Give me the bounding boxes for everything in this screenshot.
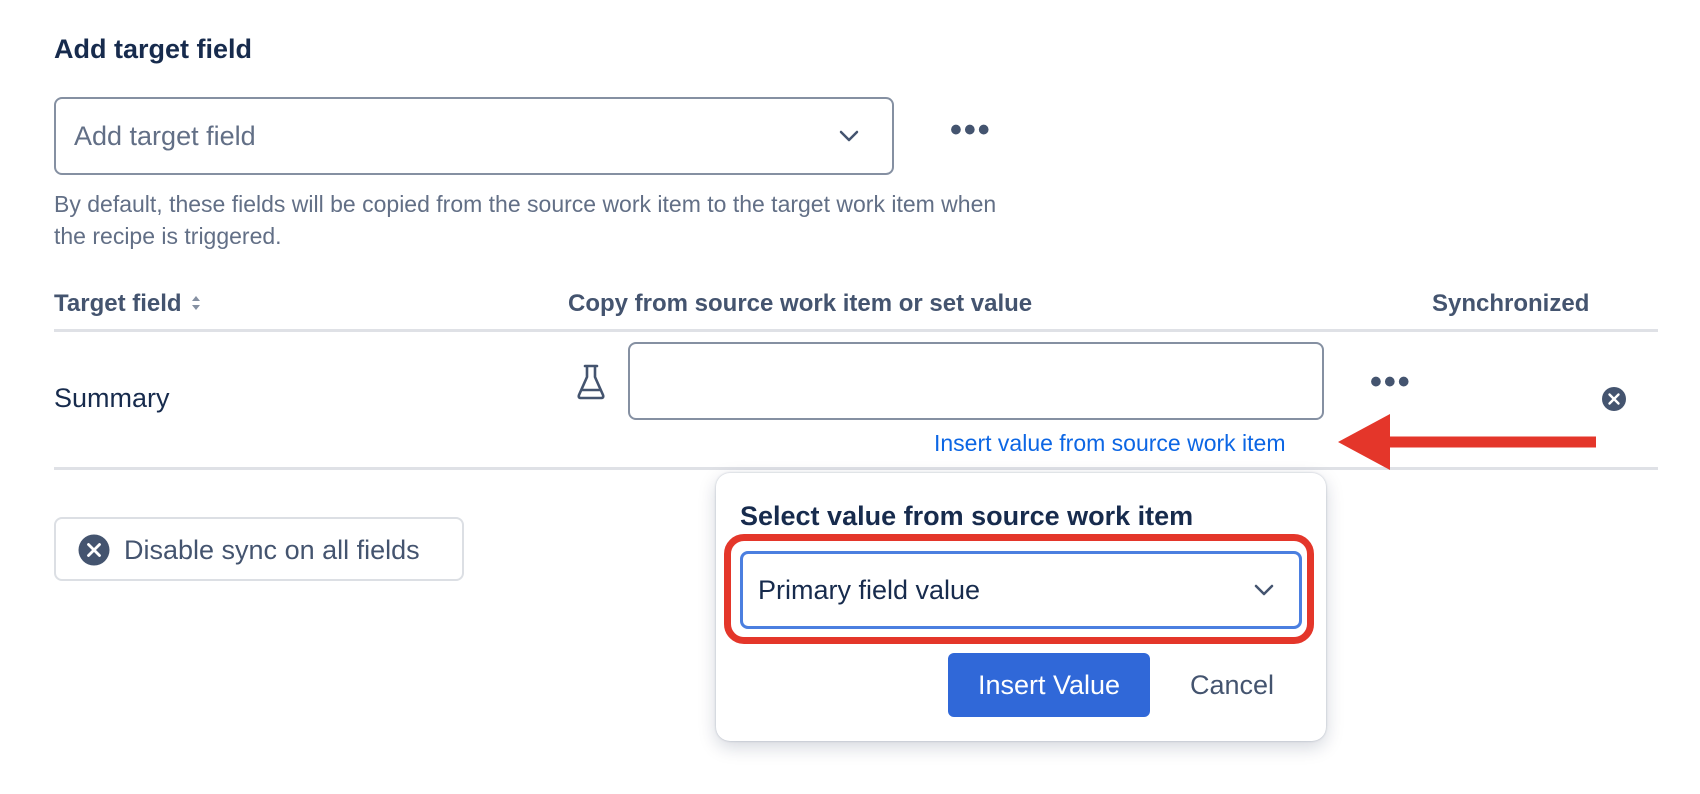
- flask-icon[interactable]: [574, 362, 608, 402]
- section-title: Add target field: [54, 34, 253, 64]
- add-target-field-placeholder: Add target field: [74, 121, 256, 151]
- disable-sync-button[interactable]: Disable sync on all fields: [54, 517, 464, 581]
- header-target-field-label: Target field: [54, 290, 182, 317]
- header-copy-from: Copy from source work item or set value: [568, 290, 1033, 317]
- cancel-button[interactable]: Cancel: [1162, 653, 1302, 717]
- sort-icon: [192, 296, 201, 310]
- header-divider: [54, 329, 1658, 332]
- row-more-button[interactable]: •••: [1370, 365, 1412, 399]
- source-value-select[interactable]: Primary field value: [740, 551, 1302, 629]
- insert-value-link[interactable]: Insert value from source work item: [934, 430, 1286, 457]
- popup-title: Select value from source work item: [740, 501, 1194, 531]
- header-synchronized: Synchronized: [1432, 290, 1590, 317]
- insert-value-button[interactable]: Insert Value: [948, 653, 1150, 717]
- source-value-selected: Primary field value: [758, 575, 981, 605]
- add-target-field-select[interactable]: Add target field: [54, 97, 894, 175]
- x-circle-icon: [78, 534, 110, 566]
- chevron-down-icon: [1254, 584, 1274, 596]
- row-field-name: Summary: [54, 383, 170, 413]
- clear-icon[interactable]: [1601, 386, 1627, 412]
- more-icon: •••: [1370, 363, 1412, 401]
- disable-sync-label: Disable sync on all fields: [124, 535, 420, 565]
- annotation-arrow: [1338, 414, 1596, 470]
- more-icon: •••: [950, 111, 992, 149]
- section-more-button[interactable]: •••: [950, 113, 992, 147]
- helper-text: By default, these fields will be copied …: [54, 191, 997, 249]
- header-target-field[interactable]: Target field: [54, 290, 202, 318]
- chevron-down-icon: [839, 130, 859, 142]
- select-value-popup: Select value from source work item Prima…: [716, 473, 1326, 741]
- summary-value-input[interactable]: [628, 342, 1324, 420]
